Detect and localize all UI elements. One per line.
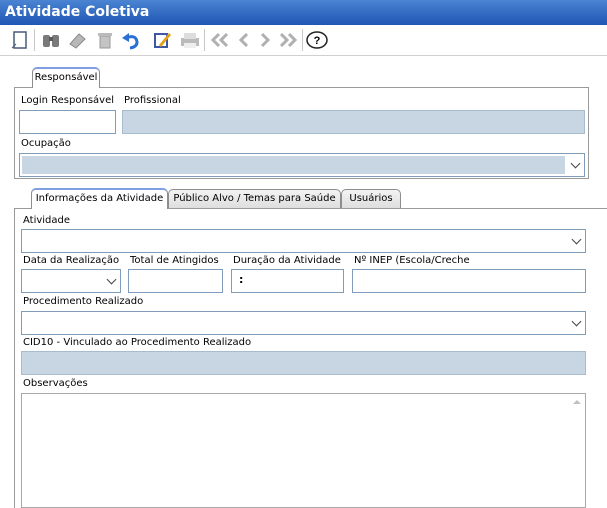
procedimento-select[interactable] xyxy=(21,311,586,335)
tab-publico-alvo[interactable]: Público Alvo / Temas para Saúde xyxy=(168,189,341,208)
duracao-atividade-input[interactable]: : xyxy=(231,269,344,293)
tab-responsavel[interactable]: Responsável xyxy=(32,67,100,88)
new-document-icon[interactable] xyxy=(8,28,32,52)
observacoes-textarea[interactable] xyxy=(21,393,586,508)
eraser-icon[interactable] xyxy=(65,28,89,52)
ocupacao-select[interactable] xyxy=(19,153,585,177)
login-responsavel-input[interactable] xyxy=(19,110,116,134)
toolbar-separator xyxy=(302,29,303,51)
chevron-down-icon[interactable] xyxy=(568,155,583,175)
binoculars-icon[interactable] xyxy=(39,28,63,52)
undo-icon[interactable] xyxy=(119,28,143,52)
observacoes-label: Observações xyxy=(23,378,88,389)
tab-informacoes-atividade[interactable]: Informações da Atividade xyxy=(31,188,168,209)
profissional-label: Profissional xyxy=(124,95,181,106)
atividade-select[interactable] xyxy=(21,229,586,253)
profissional-field xyxy=(122,110,585,134)
duracao-atividade-label: Duração da Atividade xyxy=(233,255,341,266)
ocupacao-label: Ocupação xyxy=(21,138,71,149)
chevron-down-icon[interactable] xyxy=(569,231,584,251)
next-icon[interactable] xyxy=(253,28,277,52)
last-icon[interactable] xyxy=(276,28,300,52)
toolbar-separator xyxy=(34,29,35,51)
svg-text:?: ? xyxy=(314,35,321,47)
print-icon[interactable] xyxy=(178,28,202,52)
data-realizacao-select[interactable] xyxy=(21,269,121,293)
atividade-label: Atividade xyxy=(23,215,71,226)
inep-input[interactable] xyxy=(352,269,586,293)
help-icon[interactable]: ? xyxy=(305,28,329,52)
chevron-down-icon[interactable] xyxy=(569,313,584,333)
procedimento-label: Procedimento Realizado xyxy=(23,296,144,307)
data-realizacao-label: Data da Realização xyxy=(23,255,120,266)
toolbar-separator xyxy=(204,29,205,51)
first-icon[interactable] xyxy=(208,28,232,52)
cid10-label: CID10 - Vinculado ao Procedimento Realiz… xyxy=(23,337,252,348)
trash-icon[interactable] xyxy=(93,28,117,52)
tab-usuarios[interactable]: Usuários xyxy=(341,189,401,208)
chevron-down-icon[interactable] xyxy=(104,271,119,291)
login-responsavel-label: Login Responsável xyxy=(21,95,115,106)
observacoes-scrollbar[interactable] xyxy=(568,394,585,507)
scroll-up-icon[interactable] xyxy=(573,400,581,404)
window-title: Atividade Coletiva xyxy=(0,0,607,25)
inep-label: Nº INEP (Escola/Creche xyxy=(354,255,470,266)
toolbar: ? xyxy=(0,25,607,56)
cid10-field xyxy=(21,351,586,375)
ocupacao-select-value xyxy=(22,156,565,174)
total-atingidos-input[interactable] xyxy=(128,269,223,293)
total-atingidos-label: Total de Atingidos xyxy=(130,255,219,266)
edit-icon[interactable] xyxy=(150,28,174,52)
